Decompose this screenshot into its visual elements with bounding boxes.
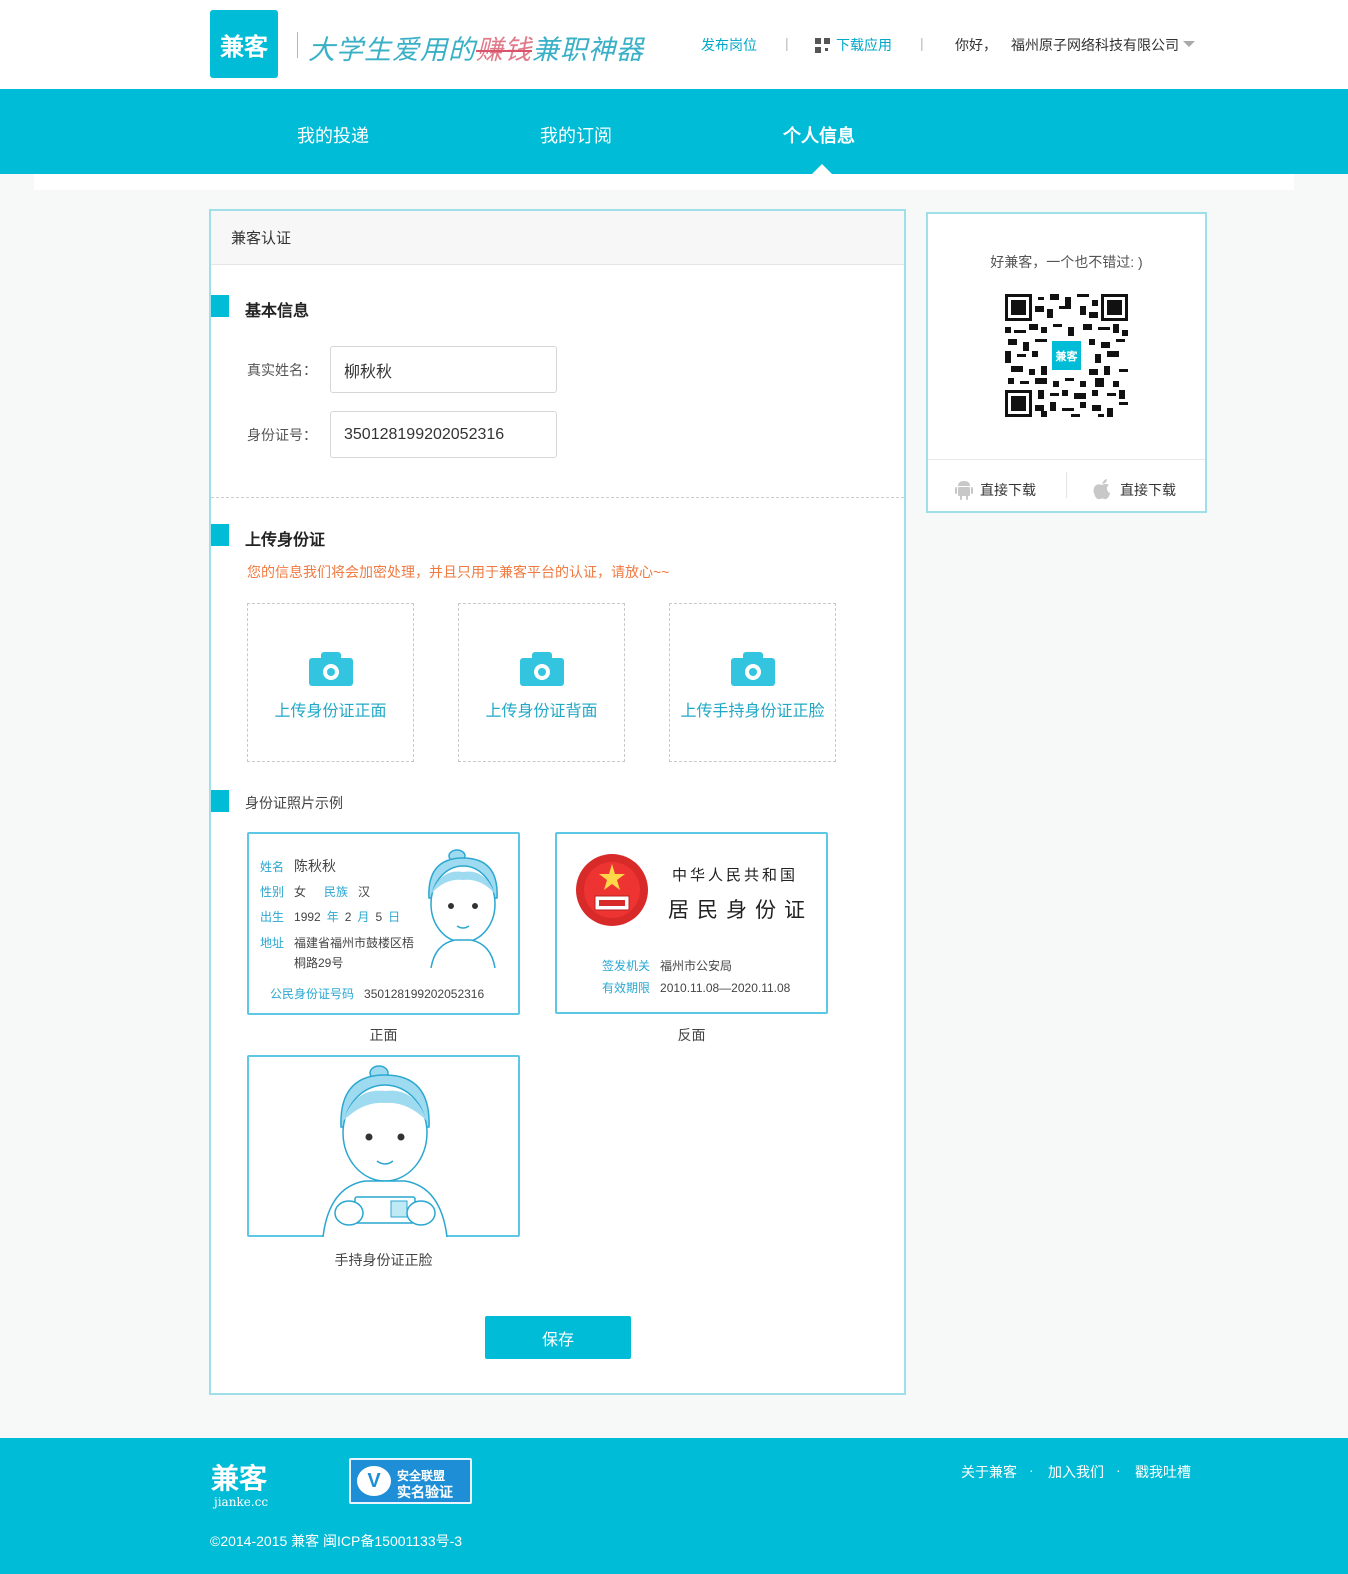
- post-job-link[interactable]: 发布岗位: [701, 35, 757, 55]
- badge-line2: 实名验证: [397, 1484, 453, 1500]
- footer-domain: jianke.cc: [214, 1495, 269, 1509]
- active-tab-indicator: [812, 164, 832, 174]
- card-field: 桐路29号: [294, 956, 344, 970]
- camera-icon: [308, 652, 353, 686]
- site-header: 兼客 大学生爱用的赚钱兼职神器 发布岗位 | 下载应用 | 你好， 福州原子网络科…: [0, 0, 1348, 89]
- header-separator: |: [785, 35, 789, 51]
- upload-id-handheld[interactable]: 上传手持身份证正脸: [669, 603, 836, 762]
- country-name: 中华人民共和国: [672, 866, 799, 884]
- brand-logo[interactable]: 兼客: [210, 10, 278, 78]
- upload-label: 上传身份证正面: [274, 703, 387, 720]
- back-caption: 反面: [677, 1027, 706, 1043]
- card-field: 性别女民族汉: [260, 885, 371, 899]
- company-name: 福州原子网络科技有限公司: [1011, 37, 1179, 53]
- id-label: 身份证号：: [247, 427, 317, 443]
- slogan-divider: [297, 32, 298, 58]
- qr-code-icon: [815, 38, 830, 53]
- front-caption: 正面: [369, 1027, 398, 1043]
- divider: [1066, 472, 1067, 498]
- ios-download-button[interactable]: 直接下载: [1092, 478, 1176, 500]
- user-menu[interactable]: 你好， 福州原子网络科技有限公司: [955, 35, 1195, 55]
- camera-icon: [519, 652, 564, 686]
- sample-id-front: 姓名 陈秋秋 性别女民族汉 出生 1992 年 2 月 5 日 地址 福建省福州市鼓楼区梧 桐路…: [247, 832, 520, 1015]
- verified-icon: V: [357, 1466, 391, 1496]
- section-divider: [211, 497, 904, 498]
- tab-my-subscriptions[interactable]: 我的订阅: [540, 122, 612, 148]
- handheld-caption: 手持身份证正脸: [334, 1252, 433, 1268]
- card-field: 姓名 陈秋秋: [260, 858, 337, 874]
- avatar-portrait-illustration: [428, 849, 498, 968]
- basic-info-title: 基本信息: [245, 303, 310, 320]
- verification-panel: 兼客认证 基本信息 真实姓名： 身份证号： 上传身份证 您的信息我们将会加密处理…: [209, 209, 906, 1395]
- slogan: 大学生爱用的赚钱兼职神器: [308, 28, 644, 67]
- site-footer: 兼客 jianke.cc V 安全联盟 实名验证 关于兼客 · 加入我们 · 戳…: [0, 1438, 1348, 1574]
- upload-title: 上传身份证: [245, 532, 326, 549]
- brand-logo-text: 兼客: [220, 32, 268, 61]
- national-emblem-icon: [576, 854, 648, 926]
- tab-my-deliveries[interactable]: 我的投递: [297, 122, 369, 148]
- section-marker: [211, 790, 229, 812]
- android-icon: [955, 481, 973, 500]
- upload-id-front[interactable]: 上传身份证正面: [247, 603, 414, 762]
- feedback-link[interactable]: 戳我吐槽: [1135, 1462, 1191, 1482]
- tab-personal-info[interactable]: 个人信息: [783, 122, 855, 148]
- camera-icon: [730, 652, 775, 686]
- card-field: 有效期限 2010.11.08—2020.11.08: [602, 981, 791, 995]
- card-field: 签发机关 福州市公安局: [602, 959, 733, 973]
- android-download-button[interactable]: 直接下载: [954, 478, 1036, 500]
- app-qr-code: 兼客: [1005, 294, 1128, 417]
- app-download-panel: 好兼客，一个也不错过: ) 兼客 直接下载 直接下载: [926, 212, 1207, 513]
- chevron-down-icon: [1183, 41, 1195, 47]
- sample-id-handheld: [247, 1055, 520, 1237]
- copyright: ©2014-2015 兼客 闽ICP备15001133号-3: [210, 1533, 463, 1549]
- card-field: 公民身份证号码 350128199202052316: [270, 987, 485, 1001]
- footer-dot: ·: [1029, 1462, 1034, 1478]
- slogan-pre: 大学生爱用的: [308, 35, 476, 66]
- join-us-link[interactable]: 加入我们: [1048, 1462, 1104, 1482]
- footer-logo[interactable]: 兼客: [211, 1457, 267, 1497]
- greeting-text: 你好，: [955, 37, 997, 53]
- doc-title: 居民身份证: [668, 898, 813, 922]
- slogan-strike: 赚钱: [476, 35, 532, 66]
- name-label: 真实姓名：: [247, 362, 317, 378]
- download-app-link[interactable]: 下载应用: [815, 35, 892, 55]
- footer-dot: ·: [1116, 1462, 1121, 1478]
- apple-icon: [1093, 479, 1110, 500]
- main-nav: 我的投递 我的订阅 个人信息: [0, 89, 1348, 174]
- download-app-label: 下载应用: [836, 37, 892, 53]
- upload-label: 上传身份证背面: [485, 703, 598, 720]
- upload-id-back[interactable]: 上传身份证背面: [458, 603, 625, 762]
- nav-underlay: [34, 174, 1294, 190]
- upload-label: 上传手持身份证正脸: [680, 703, 825, 720]
- slogan-post: 兼职神器: [532, 35, 644, 66]
- android-download-label: 直接下载: [980, 482, 1036, 498]
- card-field: 地址 福建省福州市鼓楼区梧: [260, 936, 415, 950]
- panel-title: 兼客认证: [211, 211, 904, 265]
- qr-brand-logo: 兼客: [1050, 339, 1083, 372]
- about-link[interactable]: 关于兼客: [961, 1462, 1017, 1482]
- section-marker: [211, 524, 229, 546]
- side-tagline: 好兼客，一个也不错过: ): [990, 254, 1143, 270]
- card-field: 出生 1992 年 2 月 5 日: [260, 910, 401, 924]
- sample-title: 身份证照片示例: [245, 795, 343, 811]
- header-separator: |: [920, 35, 924, 51]
- handheld-portrait-illustration: [322, 1065, 448, 1237]
- download-buttons: 直接下载 直接下载: [928, 459, 1205, 513]
- id-number-input[interactable]: [330, 411, 557, 458]
- privacy-notice: 您的信息我们将会加密处理，并且只用于兼客平台的认证，请放心~~: [247, 564, 670, 580]
- real-name-input[interactable]: [330, 346, 557, 393]
- security-alliance-badge[interactable]: V 安全联盟 实名验证: [349, 1458, 472, 1504]
- save-button[interactable]: 保存: [485, 1316, 631, 1359]
- sample-id-back: 中华人民共和国 居民身份证 签发机关 福州市公安局 有效期限 2010.11.08—…: [555, 832, 828, 1014]
- section-marker: [211, 295, 229, 317]
- ios-download-label: 直接下载: [1120, 482, 1176, 498]
